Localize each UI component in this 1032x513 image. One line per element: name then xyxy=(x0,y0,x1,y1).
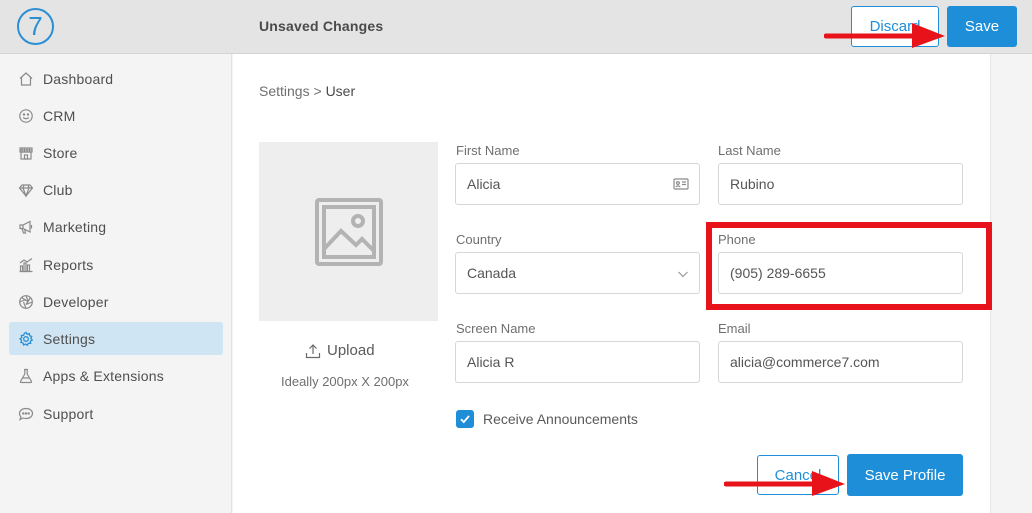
sidebar-item-label: Developer xyxy=(43,293,109,310)
last-name-field[interactable] xyxy=(718,163,963,205)
sidebar-item-dashboard[interactable]: Dashboard xyxy=(9,62,223,95)
country-select[interactable]: Canada xyxy=(455,252,700,294)
upload-size-hint: Ideally 200px X 200px xyxy=(281,374,409,389)
sidebar-item-settings[interactable]: Settings xyxy=(9,322,223,355)
bar-chart-icon xyxy=(18,257,34,273)
sidebar-item-label: Marketing xyxy=(43,218,107,235)
profile-image-placeholder[interactable] xyxy=(259,142,438,321)
breadcrumb: Settings > User xyxy=(259,83,355,99)
email-input[interactable] xyxy=(730,354,951,370)
image-placeholder-icon xyxy=(314,197,383,266)
aperture-icon xyxy=(18,294,34,310)
annotation-arrow-save xyxy=(824,23,945,48)
sidebar-item-club[interactable]: Club xyxy=(9,173,223,206)
country-selected-value: Canada xyxy=(467,265,517,281)
receive-announcements-checkbox[interactable] xyxy=(456,410,474,428)
email-label: Email xyxy=(718,321,751,336)
sidebar-item-label: Store xyxy=(43,144,78,161)
last-name-label: Last Name xyxy=(718,143,781,158)
diamond-icon xyxy=(18,182,34,198)
sidebar-item-label: Settings xyxy=(43,330,96,347)
app-logo[interactable]: 7 xyxy=(17,8,54,45)
breadcrumb-separator: > xyxy=(313,83,322,99)
sidebar-item-marketing[interactable]: Marketing xyxy=(9,210,223,243)
home-icon xyxy=(18,71,34,87)
flask-icon xyxy=(18,368,34,384)
gear-icon xyxy=(18,331,34,347)
receive-announcements-label: Receive Announcements xyxy=(483,411,638,427)
breadcrumb-current: User xyxy=(325,83,356,99)
chat-bubble-icon xyxy=(18,406,34,422)
sidebar-item-developer[interactable]: Developer xyxy=(9,285,223,318)
first-name-field[interactable] xyxy=(455,163,700,205)
screen-name-input[interactable] xyxy=(467,354,688,370)
country-label: Country xyxy=(456,232,502,247)
email-field[interactable] xyxy=(718,341,963,383)
sidebar: Dashboard CRM Store Club Marketing Repor… xyxy=(0,54,232,513)
last-name-input[interactable] xyxy=(730,176,951,192)
sidebar-item-reports[interactable]: Reports xyxy=(9,248,223,281)
sidebar-item-crm[interactable]: CRM xyxy=(9,99,223,132)
sidebar-item-label: Club xyxy=(43,181,73,198)
sidebar-item-label: Apps & Extensions xyxy=(43,367,164,384)
smiley-icon xyxy=(18,108,34,124)
receive-announcements-row[interactable]: Receive Announcements xyxy=(456,410,638,428)
breadcrumb-parent[interactable]: Settings xyxy=(259,83,310,99)
save-button[interactable]: Save xyxy=(947,6,1017,47)
annotation-arrow-save-profile xyxy=(724,471,845,496)
sidebar-item-store[interactable]: Store xyxy=(9,136,223,169)
phone-highlight-box xyxy=(706,222,992,310)
sidebar-item-apps-extensions[interactable]: Apps & Extensions xyxy=(9,359,223,392)
unsaved-changes-title: Unsaved Changes xyxy=(259,18,384,34)
chevron-down-icon xyxy=(677,267,689,283)
checkmark-icon xyxy=(460,415,470,424)
upload-button[interactable]: Upload xyxy=(305,342,375,359)
megaphone-icon xyxy=(18,219,34,235)
screen-name-field[interactable] xyxy=(455,341,700,383)
save-profile-button[interactable]: Save Profile xyxy=(847,454,963,496)
sidebar-item-label: Reports xyxy=(43,256,94,273)
screen-name-label: Screen Name xyxy=(456,321,536,336)
right-gutter xyxy=(990,54,1032,513)
upload-icon xyxy=(305,343,321,358)
sidebar-item-label: CRM xyxy=(43,107,76,124)
sidebar-item-label: Dashboard xyxy=(43,70,114,87)
storefront-icon xyxy=(18,145,34,161)
upload-label: Upload xyxy=(327,342,375,359)
sidebar-item-label: Support xyxy=(43,405,94,422)
sidebar-item-support[interactable]: Support xyxy=(9,397,223,430)
contact-card-icon xyxy=(673,177,689,194)
first-name-input[interactable] xyxy=(467,176,688,192)
first-name-label: First Name xyxy=(456,143,520,158)
